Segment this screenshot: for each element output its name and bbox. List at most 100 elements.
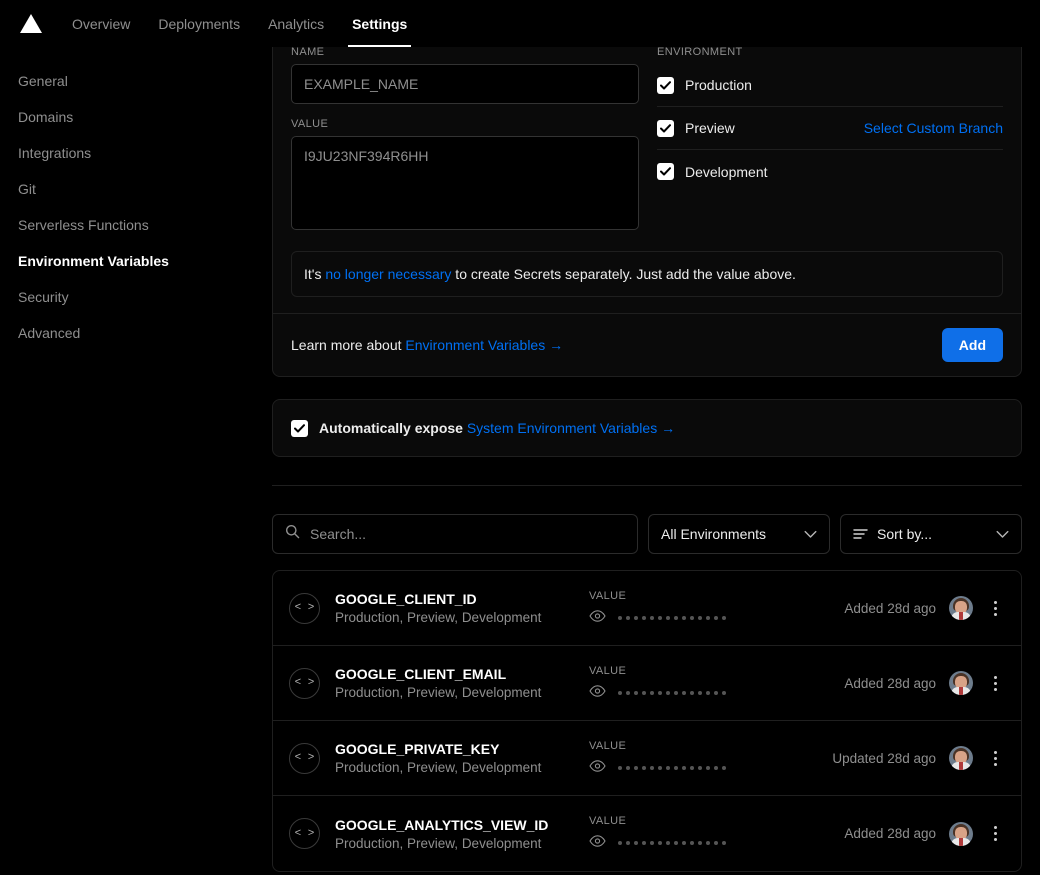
table-row[interactable]: < > GOOGLE_PRIVATE_KEY Production, Previ… bbox=[273, 721, 1021, 796]
masked-value-dots bbox=[618, 841, 726, 845]
sidebar-item-general-label: General bbox=[18, 73, 68, 89]
environment-variables-docs-link[interactable]: Environment Variables → bbox=[405, 337, 563, 353]
nav-tab-analytics-label: Analytics bbox=[268, 15, 325, 32]
sidebar-item-git[interactable]: Git bbox=[18, 173, 272, 209]
variable-date: Added 28d ago bbox=[844, 675, 936, 691]
checkbox-production[interactable] bbox=[657, 76, 674, 94]
kebab-menu-icon[interactable] bbox=[985, 671, 1005, 695]
variable-targets: Production, Preview, Development bbox=[335, 760, 542, 775]
environment-group-label: ENVIRONMENT bbox=[657, 47, 743, 58]
environment-variables-list: < > GOOGLE_CLIENT_ID Production, Preview… bbox=[272, 570, 1022, 872]
variable-date: Added 28d ago bbox=[844, 600, 936, 616]
variable-name: GOOGLE_PRIVATE_KEY bbox=[335, 741, 500, 757]
table-row[interactable]: < > GOOGLE_ANALYTICS_VIEW_ID Production,… bbox=[273, 796, 1021, 871]
section-divider bbox=[272, 485, 1022, 486]
auto-expose-text: Automatically expose System Environment … bbox=[319, 420, 675, 436]
form-left-column: NAME VALUE bbox=[291, 47, 639, 235]
system-environment-variables-link[interactable]: System Environment Variables → bbox=[467, 420, 675, 436]
user-avatar bbox=[949, 671, 973, 695]
user-avatar bbox=[949, 596, 973, 620]
kebab-menu-icon[interactable] bbox=[985, 822, 1005, 846]
sort-by-select[interactable]: Sort by... bbox=[840, 514, 1022, 554]
sidebar-item-security-label: Security bbox=[18, 289, 69, 305]
sidebar-item-git-label: Git bbox=[18, 181, 36, 197]
checkbox-preview[interactable] bbox=[657, 119, 674, 137]
variable-date: Added 28d ago bbox=[844, 826, 936, 841]
variable-name: GOOGLE_CLIENT_ID bbox=[335, 591, 477, 607]
table-row[interactable]: < > GOOGLE_CLIENT_EMAIL Production, Prev… bbox=[273, 646, 1021, 721]
variable-meta: GOOGLE_PRIVATE_KEY Production, Preview, … bbox=[335, 741, 589, 775]
checkbox-development[interactable] bbox=[657, 163, 674, 180]
code-brackets-icon: < > bbox=[289, 667, 320, 699]
sidebar-item-domains[interactable]: Domains bbox=[18, 101, 272, 137]
settings-sidebar: General Domains Integrations Git Serverl… bbox=[0, 47, 272, 875]
variable-value-mask bbox=[589, 609, 821, 627]
sort-lines-icon bbox=[853, 528, 868, 540]
variable-value-label: VALUE bbox=[589, 589, 627, 602]
nav-tab-analytics[interactable]: Analytics bbox=[254, 0, 338, 47]
select-custom-branch-link[interactable]: Select Custom Branch bbox=[864, 120, 1003, 136]
nav-tab-settings[interactable]: Settings bbox=[338, 0, 421, 47]
sidebar-item-advanced[interactable]: Advanced bbox=[18, 317, 272, 353]
sidebar-item-domains-label: Domains bbox=[18, 109, 74, 125]
nav-tab-overview-label: Overview bbox=[72, 15, 131, 32]
page-shell: General Domains Integrations Git Serverl… bbox=[0, 47, 1040, 875]
chevron-down-icon bbox=[996, 526, 1009, 542]
checkbox-auto-expose[interactable] bbox=[291, 419, 308, 437]
nav-tab-deployments[interactable]: Deployments bbox=[144, 0, 254, 47]
eye-icon[interactable] bbox=[589, 684, 606, 702]
variable-value-column: VALUE bbox=[589, 815, 821, 852]
no-longer-necessary-link[interactable]: no longer necessary bbox=[325, 266, 451, 282]
auto-expose-card: Automatically expose System Environment … bbox=[272, 399, 1022, 457]
name-input[interactable] bbox=[291, 64, 639, 104]
sidebar-item-integrations[interactable]: Integrations bbox=[18, 137, 272, 173]
sidebar-item-advanced-label: Advanced bbox=[18, 325, 81, 341]
nav-tab-deployments-label: Deployments bbox=[158, 15, 241, 32]
environment-row-preview: Preview Select Custom Branch bbox=[657, 107, 1003, 150]
masked-value-dots bbox=[618, 690, 726, 695]
code-brackets-icon: < > bbox=[289, 818, 320, 849]
environment-filter-select[interactable]: All Environments bbox=[648, 514, 830, 554]
environment-filter-value: All Environments bbox=[661, 526, 767, 542]
variable-meta: GOOGLE_CLIENT_EMAIL Production, Preview,… bbox=[335, 666, 589, 700]
vercel-triangle-logo-icon[interactable] bbox=[18, 11, 44, 37]
sidebar-item-environment-variables[interactable]: Environment Variables bbox=[18, 245, 272, 281]
kebab-menu-icon[interactable] bbox=[985, 746, 1005, 770]
value-textarea[interactable] bbox=[291, 136, 639, 230]
add-variable-card: NAME VALUE ENVIRONMENT Production bbox=[272, 47, 1022, 377]
search-box[interactable] bbox=[272, 514, 638, 554]
variable-value-label: VALUE bbox=[589, 739, 627, 752]
variable-targets: Production, Preview, Development bbox=[335, 835, 542, 851]
variable-value-mask bbox=[589, 834, 821, 852]
variable-date: Updated 28d ago bbox=[832, 750, 936, 766]
kebab-menu-icon[interactable] bbox=[985, 596, 1005, 620]
sidebar-item-serverless-functions-label: Serverless Functions bbox=[18, 217, 149, 233]
eye-icon[interactable] bbox=[589, 834, 606, 852]
auto-expose-prefix: Automatically expose bbox=[319, 420, 467, 436]
variable-value-label: VALUE bbox=[589, 664, 627, 677]
table-row[interactable]: < > GOOGLE_CLIENT_ID Production, Preview… bbox=[273, 571, 1021, 646]
notice-prefix: It's bbox=[304, 266, 326, 282]
sort-by-value: Sort by... bbox=[877, 526, 932, 542]
masked-value-dots bbox=[618, 615, 726, 620]
chevron-down-icon bbox=[804, 526, 817, 542]
eye-icon[interactable] bbox=[589, 759, 606, 777]
variable-targets: Production, Preview, Development bbox=[335, 685, 542, 700]
secrets-notice: It's no longer necessary to create Secre… bbox=[291, 251, 1003, 297]
search-input[interactable] bbox=[310, 526, 625, 542]
sidebar-item-general[interactable]: General bbox=[18, 65, 272, 101]
environment-label-development: Development bbox=[685, 163, 768, 180]
environment-label-preview: Preview bbox=[685, 120, 735, 136]
user-avatar bbox=[949, 746, 973, 770]
variable-value-column: VALUE bbox=[589, 740, 821, 777]
nav-tab-overview[interactable]: Overview bbox=[58, 0, 144, 47]
environment-row-production: Production bbox=[657, 64, 1003, 107]
value-field-label: VALUE bbox=[291, 118, 329, 130]
variable-name: GOOGLE_CLIENT_EMAIL bbox=[335, 666, 507, 682]
sidebar-item-serverless-functions[interactable]: Serverless Functions bbox=[18, 209, 272, 245]
add-button[interactable]: Add bbox=[941, 328, 1003, 362]
sidebar-item-security[interactable]: Security bbox=[18, 281, 272, 317]
variable-targets: Production, Preview, Development bbox=[335, 610, 542, 625]
variable-value-label: VALUE bbox=[589, 815, 627, 827]
eye-icon[interactable] bbox=[589, 609, 606, 627]
